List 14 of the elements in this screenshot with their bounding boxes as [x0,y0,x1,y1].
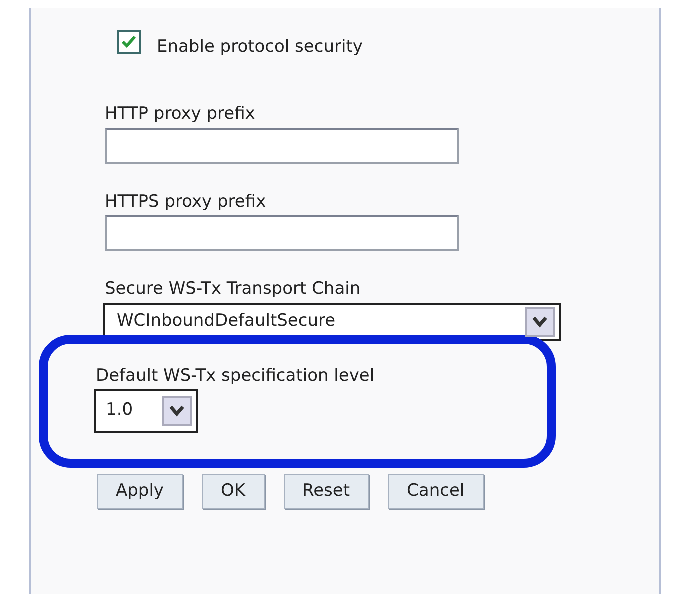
field-label: Secure WS-Tx Transport Chain [105,278,361,301]
text-field[interactable] [105,215,459,251]
text-field[interactable] [105,128,459,164]
field-label: HTTP proxy prefix [105,103,256,126]
field-label: HTTPS proxy prefix [105,190,266,214]
form-button[interactable]: Cancel [388,474,484,509]
form-button[interactable]: Reset [284,474,370,509]
form-button[interactable]: OK [202,474,265,509]
dropdown[interactable]: 1.0 [94,389,198,433]
field-label: Default WS-Tx specification level [96,364,375,388]
form-button[interactable]: Apply [97,474,183,509]
checkbox-label: Enable protocol security [157,36,363,58]
checkbox[interactable] [117,30,141,54]
checkmark-icon [121,35,137,49]
